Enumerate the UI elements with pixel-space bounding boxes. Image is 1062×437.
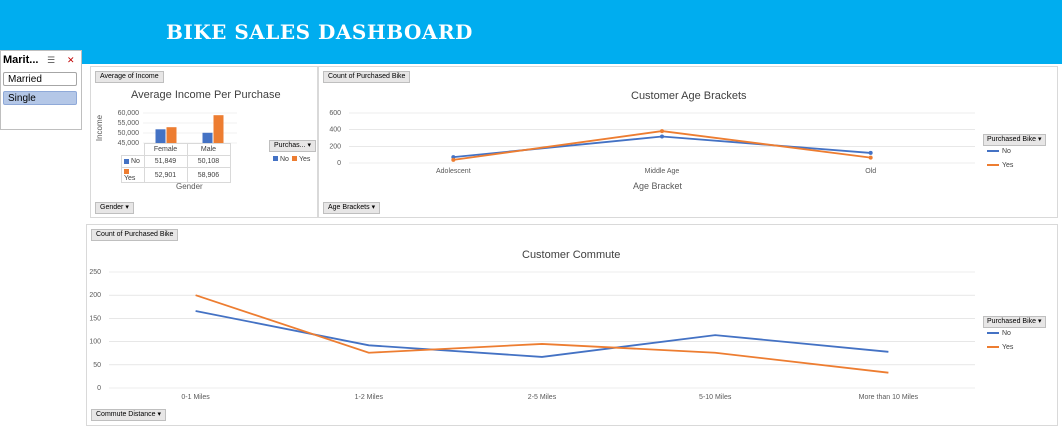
y-tick-label: 0 [97,385,101,392]
income-legend-no: No [273,156,289,163]
dropdown-arrow-icon: ▾ [125,204,129,211]
no-swatch-icon [273,156,278,161]
dropdown-arrow-icon: ▾ [1037,318,1042,325]
axis-button-label: Gender [100,204,124,211]
slicer-item-single[interactable]: Single [3,91,77,105]
age-legend-button[interactable]: Purchased Bike ▾ [983,134,1046,146]
yes-line-icon [987,346,999,349]
y-tick-label: 0 [337,160,341,167]
slicer-header: Marit... [3,54,39,66]
yes-line-icon [987,164,999,167]
table-cell: 58,906 [186,167,231,183]
legend-yes-label: Yes [299,156,311,163]
x-tick-label: 0-1 Miles [181,394,210,401]
yes-swatch-icon [292,156,297,161]
commute-legend-no: No [987,330,1011,337]
legend-no-label: No [1002,148,1011,155]
legend-button-label: Purchased Bike [987,136,1037,143]
legend-yes-label: Yes [1002,162,1014,169]
table-row-yes-label: Yes [124,175,136,182]
x-tick-label: Adolescent [436,168,471,175]
table-header-male: Male [186,143,231,156]
commute-legend-button[interactable]: Purchased Bike ▾ [983,316,1046,328]
y-tick-label: 50 [93,362,101,369]
x-tick-label: Middle Age [645,168,680,175]
x-tick-label: More than 10 Miles [859,394,919,401]
slicer-item-married[interactable]: Married [3,72,77,86]
yes-swatch-icon [124,168,129,174]
dashboard-banner: BIKE SALES DASHBOARD [0,0,1062,64]
y-tick-label: 150 [89,315,101,322]
dashboard-title: BIKE SALES DASHBOARD [166,20,473,44]
point-yes [451,157,456,162]
no-swatch-icon [124,158,129,164]
y-tick-label: 600 [329,110,341,117]
point-no [868,150,873,155]
income-x-axis-label: Gender [176,182,203,191]
bar-yes-female [166,127,177,143]
income-y-axis-label: Income [95,114,104,141]
age-brackets-axis-button[interactable]: Age Brackets ▾ [323,202,381,214]
x-tick-label: 2-5 Miles [528,394,557,401]
table-header-female: Female [143,143,188,156]
legend-no-label: No [280,156,289,163]
x-tick-label: 5-10 Miles [699,394,732,401]
age-x-axis-label: Age Bracket [633,181,683,191]
legend-button-label: Purchas... [274,142,306,149]
y-tick-label: 200 [329,143,341,150]
table-cell: 51,849 [143,155,188,168]
axis-button-label: Age Brackets [328,204,370,211]
dropdown-arrow-icon: ▾ [307,142,311,149]
bar-no-male [202,132,213,143]
dropdown-arrow-icon: ▾ [371,204,376,211]
commute-distance-axis-button[interactable]: Commute Distance ▾ [91,409,166,421]
marital-status-slicer[interactable]: Marit... ☰ ✕ Married Single [0,50,82,130]
income-chart-panel: Average of Income Average Income Per Pur… [90,66,318,218]
bar-no-female [155,129,166,143]
y-tick-label: 400 [329,127,341,134]
point-yes [660,129,664,134]
y-tick-label: 100 [89,339,101,346]
income-legend-yes: Yes [292,156,310,163]
commute-chart-panel: Count of Purchased Bike Customer Commute… [86,224,1058,426]
x-tick-label: Old [865,168,876,175]
y-tick-label: 60,000 [118,110,140,117]
income-data-table: Female Male No 51,849 50,108 Yes 52,901 … [121,143,231,183]
y-tick-label: 200 [89,292,101,299]
clear-filter-icon[interactable]: ✕ [67,55,75,66]
age-legend-yes: Yes [987,162,1013,169]
point-no [660,134,664,139]
y-tick-label: 250 [89,269,101,276]
dropdown-arrow-icon: ▾ [157,411,161,418]
series-line-no [453,135,871,158]
multi-select-icon[interactable]: ☰ [47,55,55,66]
no-line-icon [987,332,999,335]
point-yes [868,155,873,160]
series-line-no [195,310,889,358]
legend-button-label: Purchased Bike [987,318,1037,325]
income-legend-button[interactable]: Purchas... ▾ [269,140,316,152]
table-cell: 52,901 [143,167,188,183]
y-tick-label: 55,000 [118,120,140,127]
age-chart-panel: Count of Purchased Bike Customer Age Bra… [318,66,1058,218]
axis-button-label: Commute Distance [96,411,156,418]
legend-no-label: No [1002,330,1011,337]
x-tick-label: 1-2 Miles [355,394,384,401]
bar-yes-male [213,115,224,143]
age-legend-no: No [987,148,1011,155]
series-line-yes [195,294,889,374]
table-cell: 50,108 [186,155,231,168]
commute-chart-svg: 250 200 150 100 50 0 0-1 Miles 1-2 Miles 2-5 Mil… [89,269,975,401]
dropdown-arrow-icon: ▾ [1037,136,1042,143]
gender-axis-button[interactable]: Gender ▾ [95,202,134,214]
age-chart-svg: 600 400 200 0 Adolescent Middle Age Old [329,110,975,175]
legend-yes-label: Yes [1002,344,1014,351]
no-line-icon [987,150,999,153]
commute-legend-yes: Yes [987,344,1013,351]
y-tick-label: 50,000 [118,130,140,137]
table-row-no-label: No [131,158,140,165]
